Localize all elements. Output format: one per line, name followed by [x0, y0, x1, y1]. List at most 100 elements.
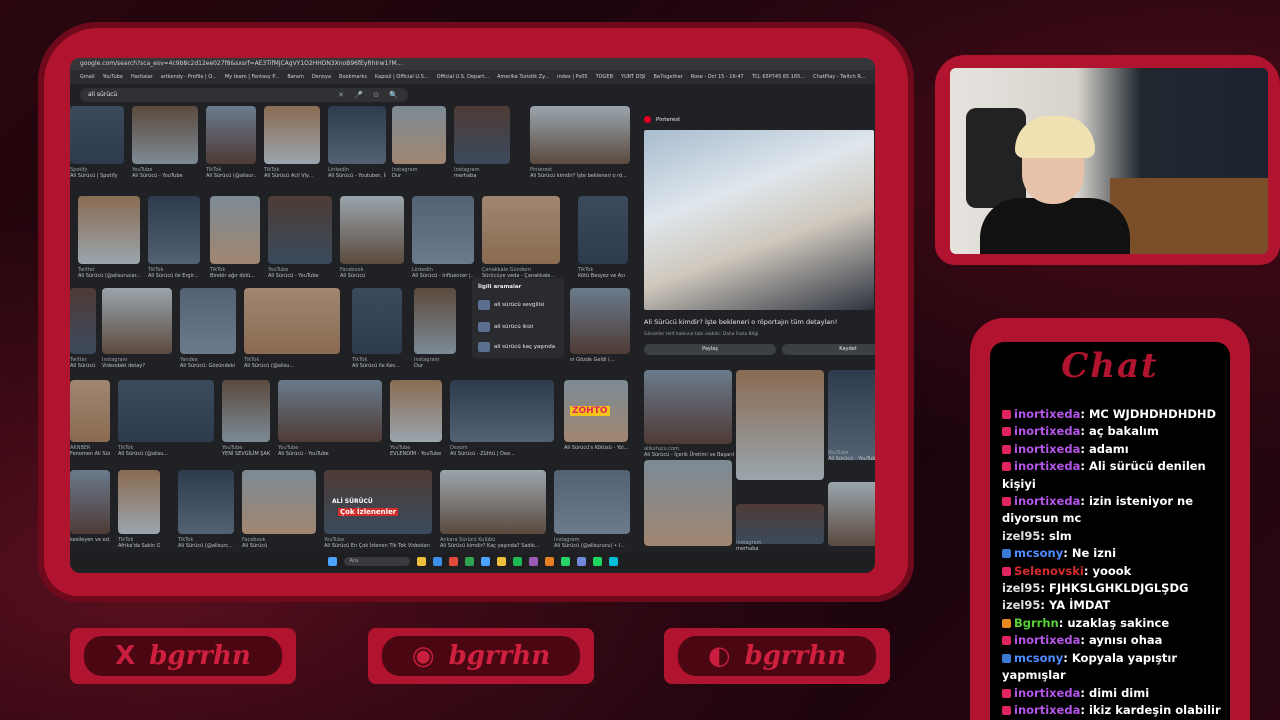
social-link[interactable]: ◐ bgrrhn: [664, 628, 890, 684]
bookmark-item[interactable]: YURT DIŞI: [621, 70, 645, 84]
result-caption[interactable]: Twitter Ali Sürücü (@alisurucar...: [78, 267, 140, 279]
bookmark-item[interactable]: Ba7ogether: [653, 70, 682, 84]
result-caption[interactable]: Ankara Sürücü Kulübü Ali Sürücü kimdir? K…: [440, 537, 546, 549]
preview-thumbnail[interactable]: [828, 482, 875, 546]
save-button[interactable]: Kaydet: [782, 344, 875, 355]
chat-username[interactable]: inortixeda: [1014, 703, 1080, 717]
chat-username[interactable]: izel95: [1002, 581, 1040, 595]
bookmark-item[interactable]: index | Ps05: [557, 70, 587, 84]
taskbar-app-icon[interactable]: [464, 556, 474, 566]
result-caption[interactable]: YouTube Ali Sürücü - YouTube: [132, 167, 198, 179]
bookmark-item[interactable]: Baram: [287, 70, 303, 84]
result-thumbnail[interactable]: [206, 106, 256, 164]
related-item[interactable]: ali sürücü ikizi: [494, 324, 533, 330]
preview-thumbnail[interactable]: [736, 370, 824, 480]
preview-source[interactable]: Pinterest: [644, 116, 680, 123]
bookmark-item[interactable]: Official U.S. Depart...: [437, 70, 490, 84]
result-thumbnail[interactable]: [530, 106, 630, 164]
result-thumbnail[interactable]: [148, 196, 200, 264]
result-thumbnail[interactable]: [482, 196, 560, 264]
result-caption[interactable]: TikTok Ali Sürücü ile Kes...: [352, 357, 402, 369]
bookmark-item[interactable]: Kapsül | Official U.S...: [375, 70, 429, 84]
preview-thumbnail[interactable]: [736, 504, 824, 544]
bookmark-item[interactable]: artkondy - Profile | O...: [161, 70, 217, 84]
result-thumbnail[interactable]: [70, 470, 110, 534]
taskbar-app-icon[interactable]: [416, 556, 426, 566]
result-caption[interactable]: Pinterest Ali Sürücü kimdir? İşte beklene…: [530, 167, 630, 179]
preview-thumbnail[interactable]: [828, 370, 875, 460]
result-thumbnail[interactable]: [118, 380, 214, 442]
result-caption[interactable]: Instagram merhaba: [454, 167, 510, 179]
taskbar-app-icon[interactable]: [544, 556, 554, 566]
result-caption[interactable]: Instagram Dur: [414, 357, 456, 369]
bookmark-item[interactable]: ChatPlay - Twitch R...: [813, 70, 865, 84]
result-caption[interactable]: Instagram Ali Sürücü (@alisurucu) • I...: [554, 537, 630, 549]
chat-username[interactable]: inortixeda: [1014, 424, 1080, 438]
result-caption[interactable]: YouTube Ali Sürücü - YouTube: [268, 267, 332, 279]
result-thumbnail[interactable]: [268, 196, 332, 264]
bookmark-item[interactable]: Amerika Turistik Zy...: [497, 70, 549, 84]
result-thumbnail[interactable]: [222, 380, 270, 442]
taskbar-app-icon[interactable]: [608, 556, 618, 566]
related-item[interactable]: ali sürücü sevgilisi: [494, 302, 545, 308]
result-caption[interactable]: TwitterAli Sürücü (@surucues) /...: [70, 357, 96, 369]
bookmark-item[interactable]: My team | Fantasy P...: [225, 70, 280, 84]
social-link[interactable]: Xbgrrhn: [70, 628, 296, 684]
result-thumbnail[interactable]: [78, 196, 140, 264]
result-thumbnail[interactable]: [178, 470, 234, 534]
result-thumbnail[interactable]: [118, 470, 160, 534]
taskbar-app-icon[interactable]: [480, 556, 490, 566]
bookmark-item[interactable]: TCL 65P745 65 165...: [752, 70, 805, 84]
result-caption[interactable]: YouTube Ali Sürücü - YouTube: [278, 445, 382, 457]
result-caption[interactable]: LinkedIn Ali Sürücü - Influencer |...: [412, 267, 474, 279]
preview-thumb-caption[interactable]: YouTube Ali Sürücü - YouTube: [828, 450, 875, 462]
result-thumbnail[interactable]: [70, 288, 96, 354]
result-thumbnail[interactable]: [180, 288, 236, 354]
bookmark-item[interactable]: Gmail: [80, 70, 95, 84]
result-thumbnail[interactable]: [578, 196, 628, 264]
result-thumbnail[interactable]: [390, 380, 442, 442]
result-caption[interactable]: YouTube Ali Sürücü En Çok İzlenen Tik Tok…: [324, 537, 432, 549]
start-icon[interactable]: [327, 556, 337, 566]
chat-username[interactable]: inortixeda: [1014, 459, 1080, 473]
result-thumbnail[interactable]: [132, 106, 198, 164]
bookmark-item[interactable]: Rose - Oct 15 - 16:47: [691, 70, 744, 84]
result-caption[interactable]: TikTok Birebir ağır dolü...: [210, 267, 260, 279]
result-caption[interactable]: TikTok Ali Sürücü (@alisur...: [206, 167, 256, 179]
result-caption[interactable]: TikTok Ali Sürücü Acil Viy...: [264, 167, 320, 179]
result-thumbnail[interactable]: [70, 380, 110, 442]
chat-username[interactable]: izel95: [1002, 529, 1040, 543]
result-thumbnail[interactable]: [554, 470, 630, 534]
chat-username[interactable]: izel95: [1002, 598, 1040, 612]
result-thumbnail[interactable]: [328, 106, 386, 164]
preview-image[interactable]: [644, 130, 874, 310]
result-thumbnail[interactable]: [340, 196, 404, 264]
chat-username[interactable]: mcsony: [1014, 651, 1063, 665]
preview-thumbnail[interactable]: [644, 460, 732, 546]
result-caption[interactable]: Facebook Ali Sürücü: [340, 267, 404, 279]
result-caption[interactable]: YandexAli Sürücü: Gözündeki görüntüyen v…: [180, 357, 236, 369]
result-thumbnail[interactable]: [454, 106, 510, 164]
chat-username[interactable]: Bgrrhn: [1014, 616, 1059, 630]
result-caption[interactable]: kesileyen ve ed...: [70, 537, 110, 543]
result-thumbnail[interactable]: [70, 106, 124, 164]
chat-username[interactable]: inortixeda: [1014, 442, 1080, 456]
taskbar-app-icon[interactable]: [432, 556, 442, 566]
chat-username[interactable]: inortixeda: [1014, 686, 1080, 700]
taskbar-app-icon[interactable]: [448, 556, 458, 566]
result-caption[interactable]: AKNBERFenomen Ali Sürücü'nün Çukur Eleyl…: [70, 445, 110, 457]
taskbar-app-icon[interactable]: [560, 556, 570, 566]
result-thumbnail[interactable]: [414, 288, 456, 354]
taskbar-app-icon[interactable]: [576, 556, 586, 566]
bookmark-item[interactable]: Haritalar: [131, 70, 153, 84]
social-link[interactable]: ◉ bgrrhn: [368, 628, 594, 684]
bookmark-item[interactable]: YouTube: [103, 70, 123, 84]
taskbar-app-icon[interactable]: [592, 556, 602, 566]
result-thumbnail[interactable]: [278, 380, 382, 442]
result-caption[interactable]: YouTube EVLENDİM - YouTube: [390, 445, 442, 457]
taskbar-app-icon[interactable]: [512, 556, 522, 566]
search-input[interactable]: ali sürücü ✕ 🎤 ⊙ 🔍: [80, 88, 408, 102]
result-caption[interactable]: TikTok Ali Sürücü (@alisu...: [118, 445, 214, 457]
preview-caption[interactable]: Ali Sürücü kimdir? İşte bekleneri o röpo…: [644, 318, 837, 326]
result-caption[interactable]: LinkedInAli Sürücü - Youtuber, İsf...: [328, 167, 386, 179]
